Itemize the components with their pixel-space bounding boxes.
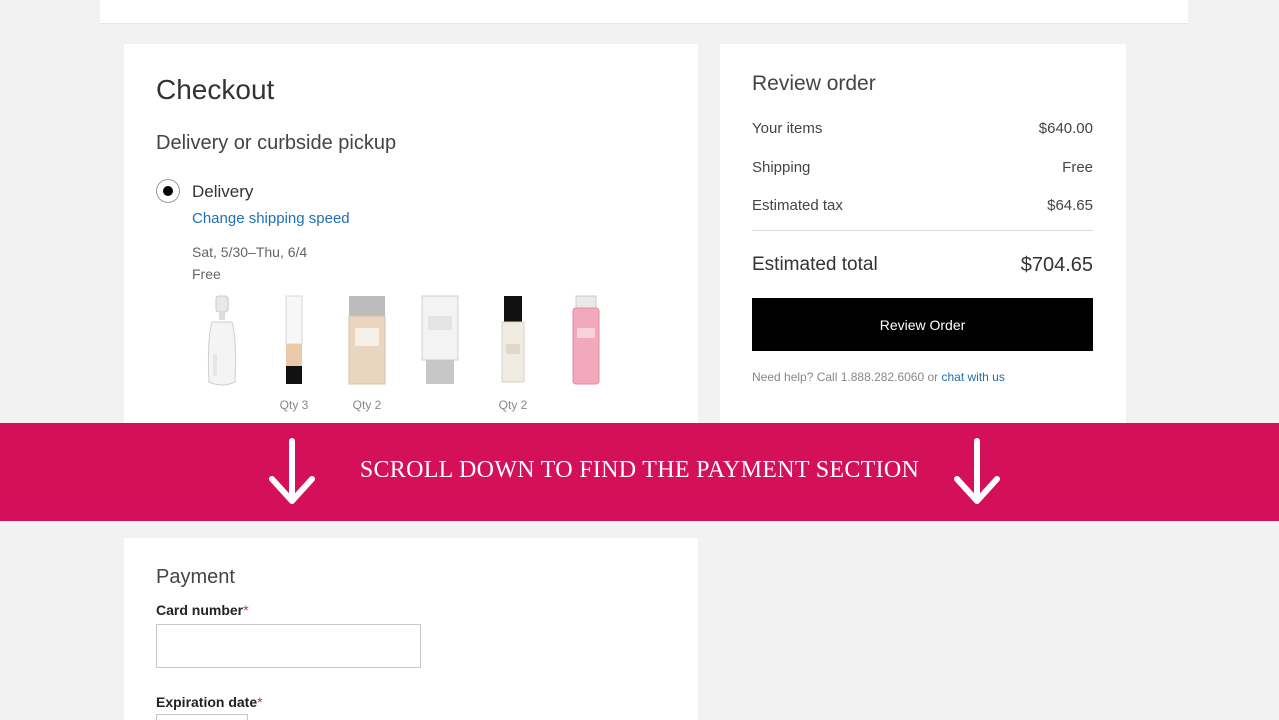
- product-item[interactable]: Qty 2: [483, 294, 543, 414]
- payment-card: Payment Card number* Expiration date*: [124, 538, 698, 720]
- product-qty: Qty 2: [498, 398, 528, 412]
- shipping-cost: Free: [192, 266, 221, 282]
- serum-bottle-icon: [501, 296, 525, 383]
- items-value: $640.00: [1038, 120, 1093, 137]
- delivery-dates: Sat, 5/30–Thu, 6/4: [192, 244, 308, 260]
- product-qty: Qty 3: [279, 398, 309, 412]
- arrow-down-icon: [954, 438, 1000, 504]
- items-label: Your items: [752, 120, 823, 137]
- moisturizer-tube-icon: [421, 295, 459, 384]
- product-item[interactable]: Qty 2: [337, 294, 397, 414]
- card-number-label: Card number*: [156, 602, 249, 618]
- shipping-row: Shipping Free: [752, 159, 1093, 176]
- required-marker: *: [243, 602, 249, 618]
- tax-value: $64.65: [1047, 197, 1093, 214]
- summary-divider: [752, 230, 1093, 231]
- expiration-date-label-text: Expiration date: [156, 694, 258, 710]
- card-number-input[interactable]: [156, 624, 421, 668]
- tax-label: Estimated tax: [752, 197, 843, 214]
- chat-with-us-link[interactable]: chat with us: [941, 370, 1004, 384]
- product-item[interactable]: [192, 294, 252, 414]
- product-thumbnails: Qty 3 Qty 2 Qty 2: [192, 294, 632, 414]
- help-text: Need help? Call 1.888.282.6060 or chat w…: [752, 370, 1005, 384]
- banner-text: SCROLL DOWN TO FIND THE PAYMENT SECTION: [359, 457, 920, 483]
- items-row: Your items $640.00: [752, 120, 1093, 137]
- checkout-card: Checkout Delivery or curbside pickup Del…: [124, 44, 698, 424]
- total-value: $704.65: [1020, 254, 1093, 276]
- product-item[interactable]: [556, 294, 616, 414]
- expiration-date-label: Expiration date*: [156, 694, 263, 710]
- review-order-card: Review order Your items $640.00 Shipping…: [720, 44, 1126, 424]
- product-item[interactable]: Qty 3: [264, 294, 324, 414]
- total-label: Estimated total: [752, 254, 878, 275]
- review-order-title: Review order: [752, 72, 876, 95]
- toner-bottle-icon: [572, 295, 600, 385]
- shipping-label: Shipping: [752, 159, 811, 176]
- perfume-bottle-icon: [207, 295, 237, 386]
- review-order-button[interactable]: Review Order: [752, 298, 1093, 351]
- foundation-bottle-icon: [348, 296, 386, 385]
- payment-title: Payment: [156, 566, 235, 588]
- change-shipping-speed-link[interactable]: Change shipping speed: [192, 210, 350, 227]
- delivery-radio[interactable]: [156, 179, 180, 203]
- top-header-bar: [100, 0, 1188, 24]
- scroll-down-banner: SCROLL DOWN TO FIND THE PAYMENT SECTION: [0, 423, 1279, 521]
- total-row: Estimated total $704.65: [752, 254, 1093, 276]
- page-title: Checkout: [156, 74, 275, 105]
- tax-row: Estimated tax $64.65: [752, 197, 1093, 214]
- required-marker: *: [257, 694, 263, 710]
- foundation-tube-icon: [285, 295, 303, 384]
- product-qty: Qty 2: [352, 398, 382, 412]
- delivery-option-label[interactable]: Delivery: [192, 182, 253, 202]
- shipping-value: Free: [1062, 159, 1093, 176]
- card-number-label-text: Card number: [156, 602, 244, 618]
- help-phone-text: Need help? Call 1.888.282.6060 or: [752, 370, 942, 384]
- product-item[interactable]: [410, 294, 470, 414]
- delivery-section-heading: Delivery or curbside pickup: [156, 132, 397, 154]
- expiration-date-input[interactable]: [156, 714, 248, 720]
